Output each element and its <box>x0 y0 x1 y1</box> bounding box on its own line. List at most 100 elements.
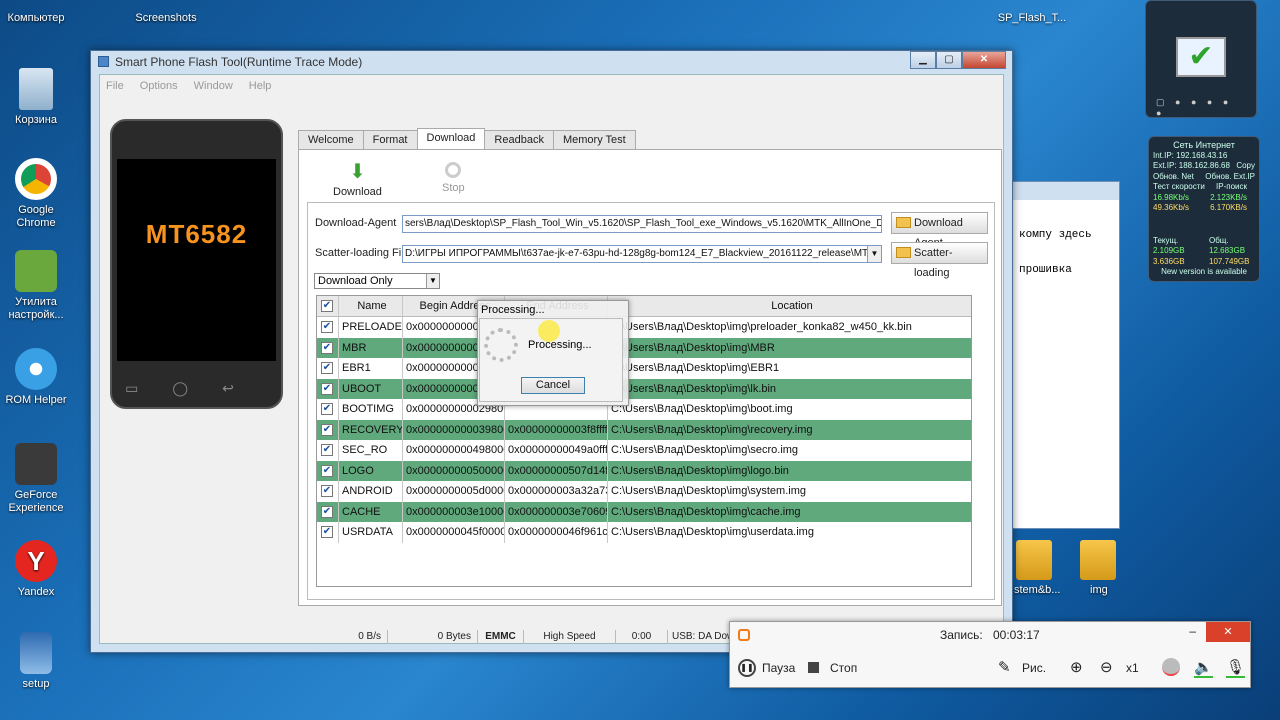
wifi-utility-icon <box>15 250 57 292</box>
scatter-loading-button[interactable]: Scatter-loading <box>891 242 988 279</box>
draw-button[interactable]: Рис. <box>1022 661 1046 675</box>
table-row[interactable]: ✔ MBR 0x0000000000c0000 C:\Users\Влад\Deskt… <box>317 337 971 358</box>
copy-link[interactable]: Copy <box>1236 161 1255 172</box>
table-row[interactable]: ✔ LOGO 0x0000000005000000 0x00000000507d14f… <box>317 460 971 481</box>
desktop-icon-screenshots[interactable]: Screenshots <box>130 0 202 25</box>
table-row[interactable]: ✔PRELOADER0x00000000000000000x0000000000… <box>317 317 971 338</box>
stop-button[interactable]: Stop <box>442 162 465 194</box>
download-button[interactable]: ⬇ Download <box>333 162 382 198</box>
download-agent-button[interactable]: Download Agent <box>891 212 988 249</box>
table-row[interactable]: ✔ ANDROID 0x0000000005d00000 0x000000003a32… <box>317 481 971 502</box>
menu-help[interactable]: Help <box>249 75 272 97</box>
table-row[interactable]: ✔ UBOOT 0x00000000002920 C:\Users\Влад\Desk… <box>317 378 971 399</box>
speed-test-link[interactable]: Тест скорости <box>1153 182 1205 191</box>
pause-button[interactable]: Пауза <box>762 661 795 675</box>
minimize-button[interactable]: ▁ <box>910 51 936 69</box>
screen-recorder-panel[interactable]: Запись: 00:03:17 – ✕ ❚❚ Пауза Стоп ✎ Рис… <box>729 621 1251 688</box>
chevron-down-icon[interactable]: ▼ <box>867 246 881 262</box>
table-row[interactable]: ✔ SEC_RO 0x0000000004980000 0x00000000049a0… <box>317 440 971 461</box>
menu-options[interactable]: Options <box>140 75 178 97</box>
desktop-icon-yandex[interactable]: Y Yandex <box>0 540 72 599</box>
webcam-icon[interactable] <box>1162 658 1180 676</box>
minimize-button[interactable]: – <box>1189 624 1196 638</box>
desktop-icon-rom-helper[interactable]: ROM Helper <box>0 348 72 407</box>
row-checkbox[interactable]: ✔ <box>321 423 333 436</box>
maximize-button[interactable]: ▢ <box>936 51 962 69</box>
desktop-icon-chrome[interactable]: Google Chrome <box>0 158 72 230</box>
editor-line: компу здесь <box>1019 229 1092 241</box>
cell-location: C:\Users\Влад\Desktop\img\cache.img <box>611 505 801 518</box>
stop-button[interactable]: Стоп <box>830 661 857 675</box>
ip-search-link[interactable]: IP-поиск <box>1216 182 1247 193</box>
pencil-icon[interactable]: ✎ <box>998 658 1011 676</box>
cancel-button[interactable]: Cancel <box>521 377 585 394</box>
menu-window[interactable]: Window <box>194 75 233 97</box>
tab-format[interactable]: Format <box>362 130 418 149</box>
window-titlebar[interactable]: Smart Phone Flash Tool(Runtime Trace Mod… <box>91 51 1012 74</box>
update-net-link[interactable]: Обнов. Net <box>1153 172 1194 181</box>
tab-welcome[interactable]: Welcome <box>298 130 364 149</box>
zoom-in-icon[interactable]: ⊕ <box>1070 658 1083 676</box>
table-row[interactable]: ✔ USRDATA 0x0000000045f00000 0x0000000046f9… <box>317 522 971 543</box>
row-checkbox[interactable]: ✔ <box>321 382 333 395</box>
folder-icon <box>896 247 911 258</box>
editor-titlebar[interactable] <box>1013 182 1119 200</box>
row-checkbox[interactable]: ✔ <box>321 362 333 374</box>
recorder-titlebar[interactable]: Запись: 00:03:17 – ✕ <box>730 622 1250 648</box>
stop-icon[interactable] <box>808 662 819 673</box>
pause-icon[interactable]: ❚❚ <box>738 659 756 677</box>
scatter-file-combo[interactable]: D:\ИГРЫ ИПРОГРАММЫ\t637ae-jk-e7-63pu-hd-… <box>402 245 882 263</box>
row-checkbox[interactable]: ✔ <box>321 341 333 354</box>
column-header-name[interactable]: Name <box>339 296 403 316</box>
download-agent-path[interactable]: sers\Влад\Desktop\SP_Flash_Tool_Win_v5.1… <box>402 215 882 233</box>
column-header-location[interactable]: Location <box>608 296 971 316</box>
status-time: 0:00 <box>616 630 668 644</box>
table-row[interactable]: ✔ BOOTIMG 0x00000000002980 C:\Users\Влад\De… <box>317 399 971 420</box>
int-ip: Int.IP: 192.168.43.16 <box>1153 150 1228 160</box>
cell-location: C:\Users\Влад\Desktop\img\preloader_konk… <box>611 321 912 333</box>
desktop-icon-setup[interactable]: setup <box>0 632 72 691</box>
close-button[interactable]: ✕ <box>962 51 1006 69</box>
menu-file[interactable]: File <box>106 75 124 97</box>
up-speed: 49.36Kb/s <box>1153 203 1190 212</box>
microphone-icon[interactable]: 🎙 <box>1226 658 1246 678</box>
row-checkbox[interactable]: ✔ <box>321 505 333 518</box>
yandex-icon: Y <box>15 540 57 582</box>
antivirus-gadget[interactable]: ✔ ▢ ● ● ● ● ● <box>1145 0 1257 118</box>
select-all-checkbox[interactable]: ✔ <box>321 300 333 312</box>
desktop-icon-sp-flash[interactable]: SP_Flash_T... <box>996 0 1068 25</box>
speaker-icon[interactable]: 🔈 <box>1194 658 1213 678</box>
total-label: Общ. <box>1209 235 1229 245</box>
row-checkbox[interactable]: ✔ <box>321 403 333 415</box>
recycle-bin-icon <box>19 68 53 110</box>
download-mode-select[interactable]: Download Only ▼ <box>314 273 440 289</box>
row-checkbox[interactable]: ✔ <box>321 321 333 333</box>
recorder-app-icon <box>738 629 750 641</box>
folder-icon[interactable] <box>1080 540 1116 580</box>
table-row[interactable]: ✔ RECOVERY0x000000000039800000x0000000000… <box>317 419 971 440</box>
row-checkbox[interactable]: ✔ <box>321 485 333 497</box>
update-ext-link[interactable]: Обнов. Ext.IP <box>1205 172 1255 183</box>
cell-location: C:\Users\Влад\Desktop\img\EBR1 <box>611 362 780 374</box>
folder-icon[interactable] <box>1016 540 1052 580</box>
tab-memory-test[interactable]: Memory Test <box>552 130 636 149</box>
row-checkbox[interactable]: ✔ <box>321 444 333 456</box>
tab-readback[interactable]: Readback <box>484 130 554 149</box>
table-row[interactable]: ✔ EBR1 0x0000000000c8000 C:\Users\Влад\Desk… <box>317 358 971 379</box>
table-row[interactable]: ✔ CACHE 0x000000003e100000 0x000000003e7060… <box>317 501 971 522</box>
desktop-icon-computer[interactable]: Компьютер <box>0 0 72 25</box>
phone-nav-icons: ▭◯↩ <box>125 380 268 396</box>
desktop-icon-recycle-bin[interactable]: Корзина <box>0 68 72 127</box>
row-checkbox[interactable]: ✔ <box>321 464 333 477</box>
tab-download[interactable]: Download <box>416 128 486 149</box>
close-button[interactable]: ✕ <box>1206 622 1250 642</box>
network-gadget: Сеть Интернет Int.IP: 192.168.43.16 Ext.… <box>1148 136 1260 282</box>
background-editor-window[interactable]: компу здесь прошивка <box>1012 181 1120 529</box>
row-checkbox[interactable]: ✔ <box>321 526 333 538</box>
desktop-icon-geforce[interactable]: GeForce Experience <box>0 443 72 515</box>
select-all-cell[interactable]: ✔ <box>317 296 339 316</box>
new-version-notice[interactable]: New version is available <box>1153 267 1255 278</box>
zoom-out-icon[interactable]: ⊖ <box>1100 658 1113 676</box>
desktop-icon-wifi-utility[interactable]: Утилита настройк... <box>0 250 72 322</box>
cell-name: USRDATA <box>339 522 403 543</box>
